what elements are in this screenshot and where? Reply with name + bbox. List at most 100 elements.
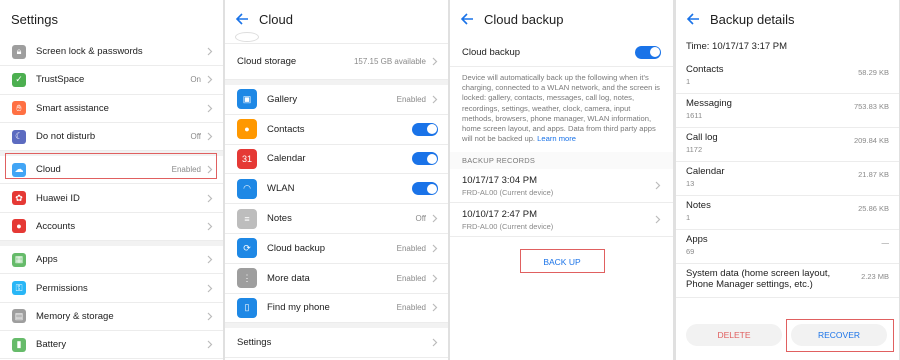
settings-item-label: Huawei ID: [36, 192, 80, 204]
detail-name: Contacts: [686, 64, 724, 75]
settings-item-label: Apps: [36, 254, 58, 266]
detail-name: Call log: [686, 132, 718, 143]
moon-icon: ☾: [12, 129, 26, 144]
detail-name: Calendar: [686, 166, 725, 177]
back-arrow-icon[interactable]: [686, 12, 700, 26]
cloud-app-label: Contacts: [267, 123, 305, 135]
detail-name: Apps: [686, 234, 708, 245]
person-icon: ●: [12, 219, 26, 234]
settings-item[interactable]: ▤ Memory & storage: [0, 303, 223, 331]
detail-size: 58.29 KB: [858, 68, 889, 77]
detail-count: 1611: [686, 111, 703, 120]
cloud-panel: Cloud Cloud storage 157.15 GB available …: [225, 0, 448, 360]
settings-item[interactable]: ▮ Battery: [0, 331, 223, 360]
cloud-backup-toggle[interactable]: [635, 45, 661, 59]
settings-item[interactable]: ☾ Do not disturb Off: [0, 123, 223, 152]
delete-button[interactable]: DELETE: [686, 324, 782, 346]
app-sync-toggle[interactable]: [412, 122, 438, 136]
settings-item-label: Battery: [36, 339, 67, 351]
cloud-app-label: More data: [267, 272, 310, 284]
page-title: Settings: [11, 11, 58, 27]
settings-item[interactable]: ✿ Huawei ID: [0, 184, 223, 213]
detail-count: 1: [686, 77, 691, 86]
cloud-app-item[interactable]: ◠ WLAN: [225, 174, 448, 205]
key-icon: ⚿: [12, 281, 26, 296]
cloud-storage-label: Cloud storage: [237, 56, 297, 67]
cloud-backup-icon: ⟳: [237, 238, 257, 259]
apps-icon: ▦: [12, 252, 26, 267]
settings-item-label: Memory & storage: [36, 310, 114, 322]
app-sync-toggle[interactable]: [412, 182, 438, 196]
learn-more-link[interactable]: Learn more: [537, 134, 576, 143]
cloud-app-item[interactable]: ≡ Notes Off: [225, 204, 448, 234]
app-sync-value: Enabled: [396, 273, 426, 283]
more-icon: ⋮: [237, 268, 257, 289]
cloud-app-item[interactable]: ● Contacts: [225, 115, 448, 145]
chevron-right-icon: [207, 222, 213, 231]
settings-item-label: TrustSpace: [36, 74, 85, 86]
chevron-right-icon: [207, 312, 213, 321]
storage-icon: ▤: [12, 309, 26, 324]
cloud-highlight-box: [5, 153, 217, 179]
backup-records-header: BACKUP RECORDS: [450, 152, 673, 170]
settings-header: Settings: [0, 0, 223, 38]
huawei-icon: ✿: [12, 191, 26, 206]
cloud-app-item[interactable]: ⋮ More data Enabled: [225, 264, 448, 294]
backup-details-list: Contacts 1 58.29 KB Messaging 1611 753.83…: [676, 60, 899, 298]
settings-item-value: Off: [190, 132, 201, 142]
chevron-right-icon: [207, 47, 213, 56]
settings-label: Settings: [237, 337, 272, 349]
cloud-backup-toggle-row[interactable]: Cloud backup: [450, 38, 673, 66]
cloud-app-item[interactable]: ⟳ Cloud backup Enabled: [225, 234, 448, 264]
cloud-app-label: Find my phone: [267, 302, 330, 314]
record-device: FRD-AL00 (Current device): [462, 187, 554, 197]
page-title: Backup details: [710, 11, 795, 27]
cloud-storage-row[interactable]: Cloud storage 157.15 GB available: [225, 44, 448, 80]
wifi-icon: ◠: [237, 178, 257, 199]
calendar-icon: 31: [237, 148, 257, 169]
chevron-right-icon: [432, 303, 438, 312]
backup-details-panel: Backup details Time: 10/17/17 3:17 PM Co…: [676, 0, 899, 360]
chevron-right-icon: [207, 255, 213, 264]
backup-detail-item: System data (home screen layout, Phone M…: [676, 264, 899, 298]
chevron-right-icon: [207, 340, 213, 349]
settings-panel: Settings 🔒︎ Screen lock & passwords ✓ Tr…: [0, 0, 223, 360]
settings-item[interactable]: ✋︎ Smart assistance: [0, 95, 223, 123]
settings-list: 🔒︎ Screen lock & passwords ✓ TrustSpace …: [0, 38, 223, 360]
back-up-highlight-box: [520, 249, 605, 273]
detail-size: 25.86 KB: [858, 204, 889, 213]
settings-row[interactable]: Settings: [225, 328, 448, 359]
detail-count: 13: [686, 179, 695, 188]
phone-icon: ▯: [237, 297, 257, 318]
detail-size: 209.84 KB: [853, 136, 889, 145]
cloud-app-item[interactable]: 31 Calendar: [225, 145, 448, 175]
chevron-right-icon: [207, 194, 213, 203]
settings-item[interactable]: ▦ Apps: [0, 246, 223, 275]
settings-item-label: Permissions: [36, 282, 88, 294]
detail-count: 1: [686, 213, 691, 222]
settings-item[interactable]: ✓ TrustSpace On: [0, 66, 223, 95]
backup-record[interactable]: 10/10/17 2:47 PM FRD-AL00 (Current devic…: [450, 203, 673, 238]
notes-icon: ≡: [237, 208, 257, 229]
cloud-app-item[interactable]: ▣ Gallery Enabled: [225, 85, 448, 115]
cloud-app-item[interactable]: ▯ Find my phone Enabled: [225, 294, 448, 324]
backup-detail-item: Notes 1 25.86 KB: [676, 196, 899, 230]
app-sync-toggle[interactable]: [412, 152, 438, 166]
settings-item[interactable]: ⚿ Permissions: [0, 274, 223, 303]
chevron-right-icon: [432, 274, 438, 283]
detail-size: —: [881, 238, 890, 247]
detail-size: 21.87 KB: [858, 170, 889, 179]
backup-record[interactable]: 10/17/17 3:04 PM FRD-AL00 (Current devic…: [450, 169, 673, 204]
divider: [450, 66, 673, 67]
detail-count: 1172: [686, 145, 703, 154]
back-arrow-icon[interactable]: [235, 12, 249, 26]
cloud-backup-toggle-label: Cloud backup: [462, 46, 521, 58]
back-arrow-icon[interactable]: [460, 12, 474, 26]
settings-item[interactable]: ● Accounts: [0, 213, 223, 242]
detail-count: 69: [686, 247, 695, 256]
settings-item[interactable]: 🔒︎ Screen lock & passwords: [0, 38, 223, 67]
chevron-right-icon: [432, 95, 438, 104]
settings-item-label: Accounts: [36, 220, 76, 232]
cloud-backup-panel: Cloud backup Cloud backup Device will au…: [450, 0, 673, 360]
settings-item-label: Smart assistance: [36, 102, 109, 114]
